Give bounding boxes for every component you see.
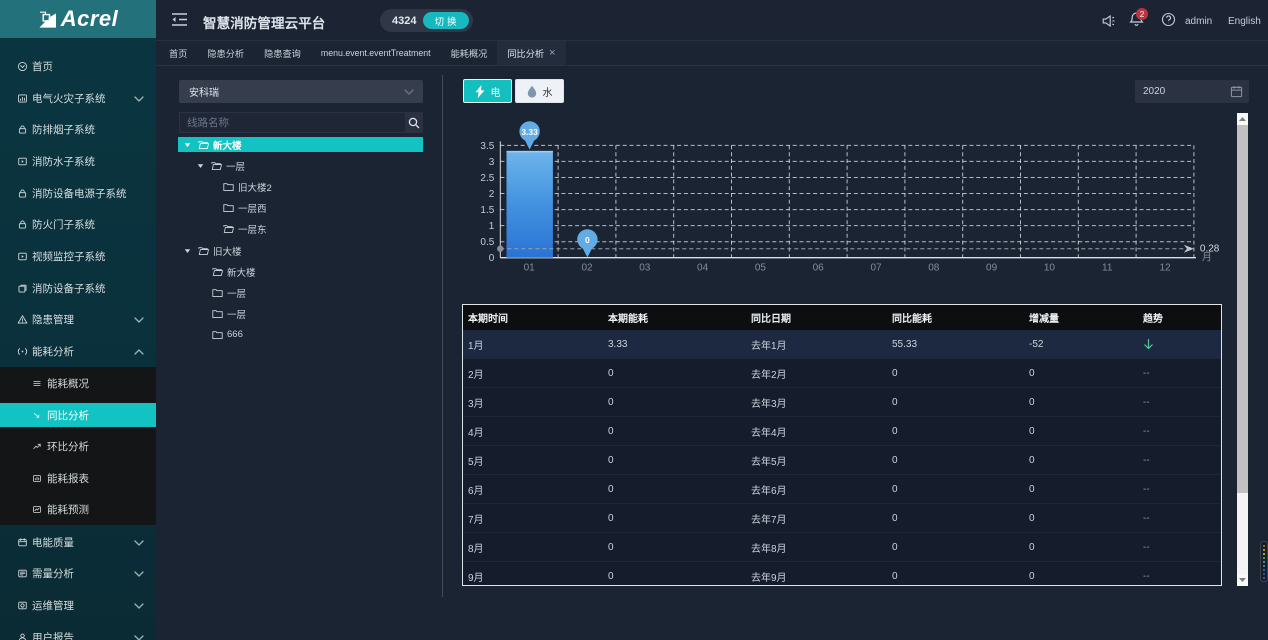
svg-text:1.5: 1.5 [480,205,494,216]
svg-text:10: 10 [1044,263,1056,274]
svg-text:3.5: 3.5 [480,141,494,152]
svg-text:3: 3 [489,157,495,168]
svg-text:0: 0 [585,235,590,245]
svg-text:08: 08 [928,263,940,274]
svg-text:12: 12 [1159,263,1171,274]
svg-text:0.5: 0.5 [480,237,494,248]
svg-text:0: 0 [489,253,495,264]
svg-text:3.33: 3.33 [521,127,538,137]
svg-text:09: 09 [986,263,998,274]
svg-text:2: 2 [489,189,495,200]
svg-text:1: 1 [489,221,495,232]
svg-text:04: 04 [697,263,709,274]
svg-text:07: 07 [870,263,882,274]
svg-text:11: 11 [1102,263,1113,274]
svg-text:01: 01 [524,263,536,274]
svg-text:06: 06 [813,263,825,274]
svg-text:05: 05 [755,263,767,274]
svg-text:03: 03 [639,263,651,274]
svg-text:02: 02 [581,263,593,274]
svg-text:0.28: 0.28 [1200,244,1220,255]
svg-text:2.5: 2.5 [480,173,494,184]
